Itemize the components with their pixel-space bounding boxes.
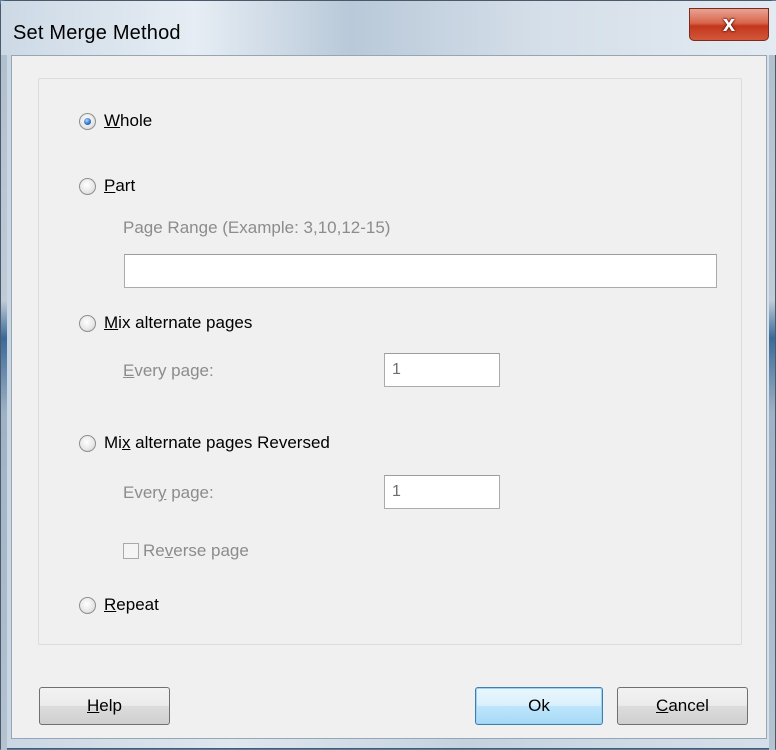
part-label[interactable]: Part	[104, 176, 135, 196]
mix-reversed-label[interactable]: Mix alternate pages Reversed	[104, 433, 330, 453]
close-button[interactable]: x	[689, 8, 769, 41]
repeat-label[interactable]: Repeat	[104, 595, 159, 615]
window-title: Set Merge Method	[13, 22, 181, 44]
reversed-every-page-input[interactable]: 1	[384, 475, 500, 509]
reverse-page-option[interactable]: Reverse page	[123, 541, 249, 561]
part-radio-button[interactable]	[79, 177, 96, 195]
merge-options-group: Whole Part Page Range (Example: 3,10,12-…	[38, 78, 742, 645]
reversed-every-page-label: Every page:	[123, 483, 214, 502]
window-edge-left	[1, 1, 7, 750]
cancel-button[interactable]: Cancel	[617, 687, 748, 725]
dialog-window: Set Merge Method x Whole Part Page Range…	[0, 0, 776, 750]
mix-every-page-label: Every page:	[123, 361, 214, 380]
repeat-radio-button[interactable]	[79, 596, 96, 614]
mix-every-page-input[interactable]: 1	[384, 353, 500, 387]
page-range-label: Page Range (Example: 3,10,12-15)	[123, 218, 391, 237]
reversed-every-page-value: 1	[392, 483, 401, 500]
reverse-page-checkbox[interactable]	[123, 543, 139, 559]
mix-alternate-label[interactable]: Mix alternate pages	[104, 313, 252, 333]
reverse-page-label[interactable]: Reverse page	[143, 541, 249, 561]
radio-option-mix-reversed[interactable]: Mix alternate pages Reversed	[79, 433, 330, 453]
mix-reversed-radio-button[interactable]	[79, 434, 96, 452]
close-icon: x	[722, 11, 736, 36]
mix-every-page-value: 1	[392, 361, 401, 378]
page-range-input[interactable]	[124, 254, 717, 288]
title-bar[interactable]: Set Merge Method x	[1, 1, 776, 55]
mix-alternate-radio-button[interactable]	[79, 314, 96, 332]
help-button[interactable]: Help	[39, 687, 170, 725]
radio-option-repeat[interactable]: Repeat	[79, 595, 159, 615]
radio-option-whole[interactable]: Whole	[79, 111, 152, 131]
window-edge-right	[769, 1, 775, 750]
ok-button[interactable]: Ok	[475, 687, 603, 725]
dialog-client-area: Whole Part Page Range (Example: 3,10,12-…	[11, 55, 767, 739]
radio-option-part[interactable]: Part	[79, 176, 135, 196]
whole-radio-button[interactable]	[79, 112, 96, 130]
whole-label[interactable]: Whole	[104, 111, 152, 131]
radio-option-mix-alternate[interactable]: Mix alternate pages	[79, 313, 252, 333]
